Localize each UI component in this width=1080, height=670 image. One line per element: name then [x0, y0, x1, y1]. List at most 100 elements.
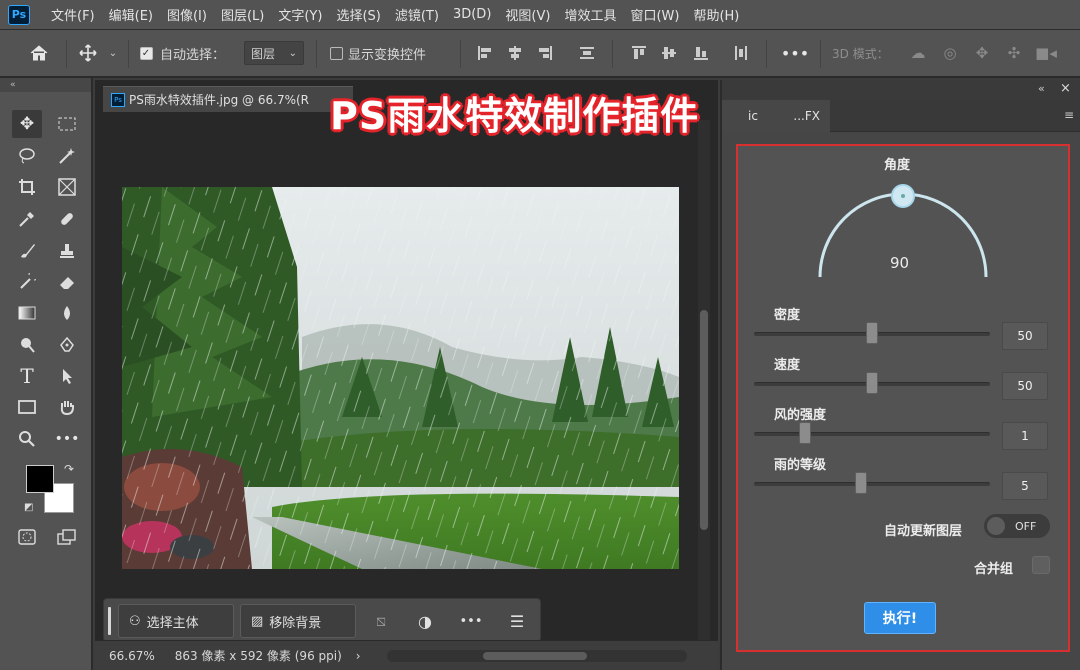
- gradient-tool[interactable]: [12, 299, 42, 327]
- align-center-vertical-icon[interactable]: [658, 30, 680, 76]
- wind-strength-slider-thumb[interactable]: [798, 422, 811, 444]
- marquee-tool[interactable]: [52, 110, 82, 138]
- speed-value-field[interactable]: 50: [1002, 372, 1048, 400]
- menu-filter[interactable]: 滤镜(T): [388, 5, 446, 24]
- run-button[interactable]: 执行!: [864, 602, 936, 634]
- eyedropper-tool[interactable]: [12, 205, 42, 233]
- hand-tool[interactable]: [52, 393, 82, 421]
- menu-file[interactable]: 文件(F): [44, 5, 102, 24]
- image-canvas[interactable]: [122, 187, 679, 569]
- speed-slider-thumb[interactable]: [866, 372, 878, 394]
- type-tool[interactable]: T: [12, 362, 42, 390]
- menu-layer[interactable]: 图层(L): [214, 5, 271, 24]
- density-value-field[interactable]: 50: [1002, 322, 1048, 350]
- wind-strength-value-field[interactable]: 1: [1002, 422, 1048, 450]
- align-right-icon[interactable]: [534, 30, 556, 76]
- menu-type[interactable]: 文字(Y): [271, 5, 329, 24]
- menu-help[interactable]: 帮助(H): [686, 5, 746, 24]
- zoom-tool[interactable]: [12, 425, 42, 453]
- show-transform-checkbox[interactable]: [328, 30, 344, 76]
- menu-plugins[interactable]: 增效工具: [557, 5, 623, 24]
- speed-label: 速度: [774, 358, 801, 373]
- photoshop-logo: Ps: [8, 4, 30, 25]
- eraser-tool[interactable]: [52, 268, 82, 296]
- rainy-forest-photo: [122, 187, 679, 569]
- tool-preset-chevron-down-icon[interactable]: ⌄: [104, 30, 122, 76]
- quick-mask-icon[interactable]: [12, 523, 42, 551]
- horizontal-scrollbar-thumb[interactable]: [483, 652, 587, 660]
- rain-level-label: 雨的等级: [774, 458, 827, 473]
- drag-handle[interactable]: [108, 607, 111, 635]
- rain-level-slider-thumb[interactable]: [854, 472, 867, 494]
- screen-mode-icon[interactable]: [52, 523, 82, 551]
- swap-colors-icon[interactable]: ↷: [64, 462, 74, 476]
- select-subject-button[interactable]: ⚇ 选择主体: [118, 604, 234, 638]
- align-left-icon[interactable]: [474, 30, 496, 76]
- panel-menu-icon[interactable]: ≡: [1064, 108, 1074, 122]
- crop-tool[interactable]: [12, 173, 42, 201]
- merge-group-label: 合并组: [974, 562, 1014, 577]
- remove-background-button[interactable]: ▨ 移除背景: [240, 604, 356, 638]
- scrollbar-thumb[interactable]: [700, 310, 708, 530]
- menu-3d[interactable]: 3D(D): [446, 7, 498, 22]
- auto-update-state: OFF: [1015, 519, 1037, 533]
- zoom-level[interactable]: 66.67%: [109, 649, 155, 663]
- auto-select-checkbox[interactable]: ✓: [138, 30, 154, 76]
- menu-window[interactable]: 窗口(W): [623, 5, 686, 24]
- clone-stamp-tool[interactable]: [52, 237, 82, 265]
- home-icon[interactable]: [22, 30, 56, 76]
- menu-edit[interactable]: 编辑(E): [102, 5, 160, 24]
- foreground-color-swatch-front: [26, 465, 54, 493]
- brush-tool[interactable]: [12, 237, 42, 265]
- image-icon: ▨: [251, 613, 264, 629]
- dodge-tool[interactable]: [12, 331, 42, 359]
- document-tab[interactable]: Ps PS雨水特效插件.jpg @ 66.7%(R: [103, 86, 353, 112]
- blur-tool[interactable]: [52, 299, 82, 327]
- path-selection-tool[interactable]: [52, 362, 82, 390]
- menu-image[interactable]: 图像(I): [160, 5, 214, 24]
- toggle-knob: [987, 517, 1005, 535]
- frame-tool[interactable]: [52, 173, 82, 201]
- collapse-toolbar-icon[interactable]: «: [0, 78, 91, 92]
- move-tool[interactable]: ✥: [12, 110, 42, 138]
- default-colors-icon[interactable]: ◩: [24, 502, 33, 513]
- menu-view[interactable]: 视图(V): [498, 5, 557, 24]
- adjustment-icon[interactable]: ◑: [408, 604, 442, 638]
- lasso-tool[interactable]: [12, 142, 42, 170]
- align-bottom-icon[interactable]: [690, 30, 712, 76]
- close-icon[interactable]: ×: [1060, 81, 1071, 96]
- vertical-scrollbar[interactable]: [698, 120, 710, 660]
- align-top-icon[interactable]: [628, 30, 650, 76]
- rectangle-tool[interactable]: [12, 393, 42, 421]
- move-tool-icon[interactable]: [76, 30, 100, 76]
- density-label: 密度: [774, 308, 801, 323]
- merge-group-checkbox[interactable]: [1032, 556, 1050, 574]
- pan-3d-icon: ✥: [975, 44, 989, 62]
- auto-update-layer-toggle[interactable]: OFF: [984, 514, 1050, 538]
- auto-update-layer-label: 自动更新图层: [884, 524, 963, 539]
- menu-select[interactable]: 选择(S): [329, 5, 387, 24]
- collapse-panel-icon[interactable]: «: [1038, 82, 1045, 95]
- status-menu-arrow[interactable]: ›: [356, 649, 361, 663]
- rain-level-value-field[interactable]: 5: [1002, 472, 1048, 500]
- transform-selection-icon[interactable]: ⧅: [364, 604, 398, 638]
- distribute-horizontal-icon[interactable]: [730, 30, 752, 76]
- horizontal-scrollbar[interactable]: [387, 650, 687, 662]
- density-slider-thumb[interactable]: [866, 322, 878, 344]
- more-options-icon[interactable]: •••: [781, 30, 809, 76]
- distribute-vertical-icon[interactable]: [576, 30, 598, 76]
- person-icon: ⚇: [129, 613, 141, 629]
- rain-level-slider-track[interactable]: [754, 482, 990, 486]
- mode-3d-label: 3D 模式：: [832, 46, 889, 61]
- history-brush-tool[interactable]: [12, 268, 42, 296]
- edit-toolbar-icon[interactable]: •••: [52, 425, 82, 453]
- auto-select-target-dropdown[interactable]: 图层 ⌄: [244, 41, 304, 65]
- wind-strength-slider-track[interactable]: [754, 432, 990, 436]
- pen-tool[interactable]: [52, 331, 82, 359]
- align-center-horizontal-icon[interactable]: [504, 30, 526, 76]
- magic-wand-tool[interactable]: [52, 142, 82, 170]
- healing-brush-tool[interactable]: [52, 205, 82, 233]
- menu-bar: Ps 文件(F) 编辑(E) 图像(I) 图层(L) 文字(Y) 选择(S) 滤…: [0, 0, 1080, 30]
- more-icon[interactable]: •••: [454, 604, 488, 638]
- sliders-icon[interactable]: ☰: [500, 604, 534, 638]
